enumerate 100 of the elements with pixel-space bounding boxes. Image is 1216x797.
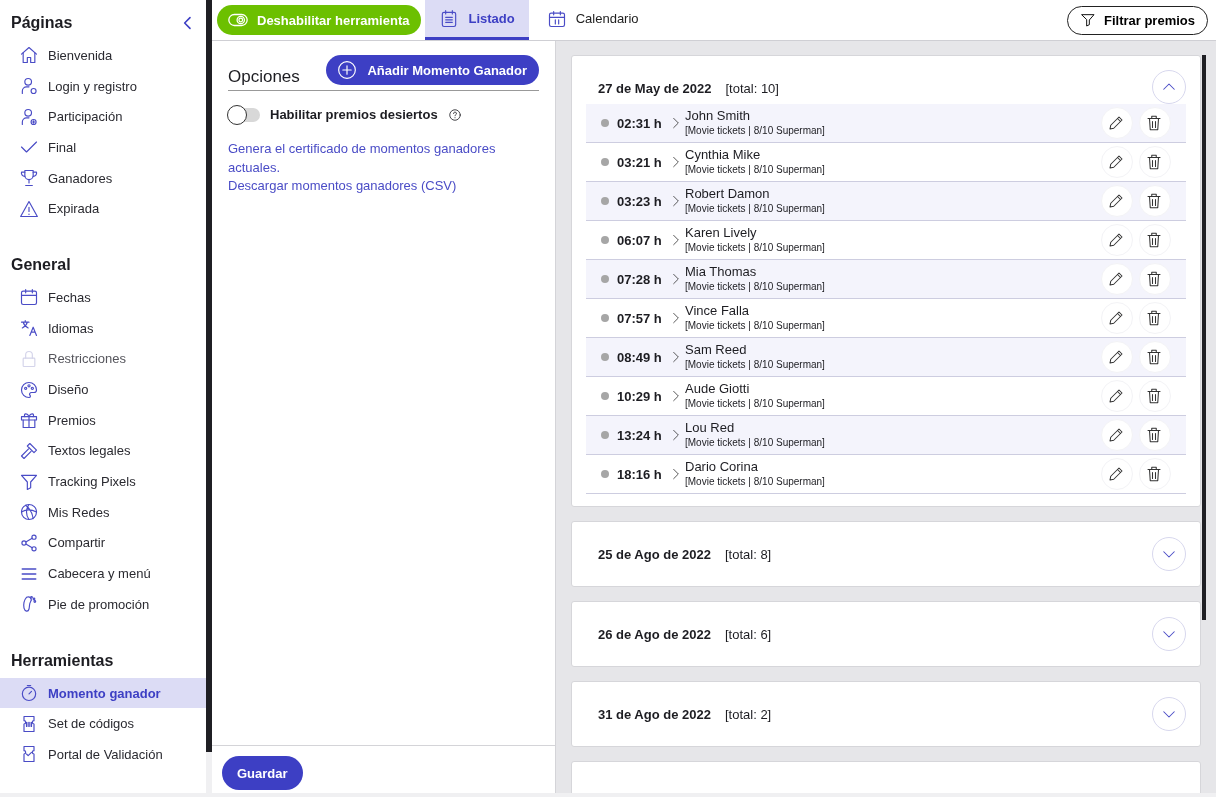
moment-time: 10:29 h [617,388,663,404]
section-title: Opciones [228,67,300,87]
status-dot [601,353,609,361]
sidebar-item[interactable]: Pie de promoción [0,589,206,620]
moment-time: 03:21 h [617,154,663,170]
prize-text: [Movie tickets | 8/10 Superman] [685,436,825,450]
sidebar-item[interactable]: Final [0,132,206,163]
edit-button[interactable] [1101,185,1133,217]
trash-icon [1145,309,1163,327]
edit-button[interactable] [1101,263,1133,295]
sidebar-item[interactable]: Idiomas [0,312,206,344]
sidebar-item[interactable]: Premios [0,404,206,436]
delete-button[interactable] [1139,107,1171,139]
sidebar-item[interactable]: Bienvenida [0,40,206,71]
link[interactable]: Genera el certificado de momentos ganadores actuales. [228,140,539,177]
pencil-icon [1107,153,1125,171]
sidebar-item[interactable]: Set de códigos [0,708,206,740]
sidebar-item[interactable]: Expirada [0,193,206,225]
winner-name: Robert Damon [685,186,771,202]
edit-button[interactable] [1101,380,1133,412]
delete-button[interactable] [1139,146,1171,178]
scrollbar-thumb[interactable] [1202,55,1206,620]
tab[interactable]: Listado [425,0,529,40]
sidebar-item[interactable]: Login y registro [0,70,206,102]
delete-button[interactable] [1139,341,1171,373]
status-dot [601,158,609,166]
winner-name: Dario Corina [685,459,759,475]
sidebar-item[interactable]: Cabecera y menú [0,558,206,589]
delete-button[interactable] [1139,185,1171,217]
edit-button[interactable] [1101,419,1133,451]
moment-time: 18:16 h [617,466,663,482]
pencil-icon [1107,114,1125,132]
prize-text: [Movie tickets | 8/10 Superman] [685,241,825,255]
status-dot [601,236,609,244]
toggle-switch[interactable] [228,107,260,122]
prize-text: [Movie tickets | 8/10 Superman] [685,163,825,177]
edit-button[interactable] [1101,302,1133,334]
prize-text: [Movie tickets | 8/10 Superman] [685,319,825,333]
plus-circle-icon [337,60,358,80]
sidebar-item[interactable]: Participación [0,101,206,133]
status-dot [601,197,609,205]
link[interactable]: Descargar momentos ganadores (CSV) [228,177,539,196]
edit-button[interactable] [1101,458,1133,490]
sidebar-item[interactable]: Mis Redes [0,496,206,528]
sidebar-item[interactable]: Diseño [0,374,206,405]
winner-name: Mia Thomas [685,264,758,280]
prize-text: [Movie tickets | 8/10 Superman] [685,397,825,411]
edit-button[interactable] [1101,107,1133,139]
pencil-icon [1107,348,1125,366]
pencil-icon [1107,309,1125,327]
save-button[interactable]: Guardar [222,756,303,790]
delete-button[interactable] [1139,419,1171,451]
trash-icon [1145,270,1163,288]
delete-button[interactable] [1139,224,1171,256]
prize-text: [Movie tickets | 8/10 Superman] [685,358,825,372]
status-dot [601,275,609,283]
delete-button[interactable] [1139,302,1171,334]
winner-name: John Smith [685,108,752,124]
delete-button[interactable] [1139,380,1171,412]
winner-name: Cynthia Mike [685,147,762,163]
delete-button[interactable] [1139,263,1171,295]
day-date: 26 de Ago de 2022 [598,626,711,642]
day-total: [total: 8] [724,546,772,562]
status-dot [601,119,609,127]
day-date: 27 de May de 2022 [598,81,712,96]
calendar-icon [546,8,567,29]
sidebar-item[interactable]: Momento ganador [0,677,206,709]
edit-button[interactable] [1101,341,1133,373]
trash-icon [1145,426,1163,444]
sidebar-item[interactable]: Textos legales [0,435,206,467]
sidebar-item[interactable]: Fechas [0,282,206,313]
status-dot [601,470,609,478]
prize-text: [Movie tickets | 8/10 Superman] [685,280,825,294]
trash-icon [1145,114,1163,132]
delete-button[interactable] [1139,458,1171,490]
tab[interactable]: Calendario [532,0,653,40]
sidebar-item[interactable]: Ganadores [0,162,206,194]
status-dot [601,431,609,439]
pencil-icon [1107,426,1125,444]
moment-time: 07:57 h [617,310,663,326]
add-button[interactable]: Añadir Momento Ganador [326,55,539,85]
help-icon [447,107,462,122]
sidebar-item[interactable]: Tracking Pixels [0,466,206,497]
section-heading: Herramientas [11,651,114,670]
trash-icon [1145,192,1163,210]
filter-button[interactable]: Filtrar premios [1066,5,1208,35]
sidebar-item[interactable]: Compartir [0,527,206,559]
day-total: [total: 2] [724,706,772,722]
edit-button[interactable] [1101,224,1133,256]
edit-button[interactable] [1101,146,1133,178]
section-heading: General [11,256,71,275]
trash-icon [1145,348,1163,366]
moment-time: 03:23 h [617,193,663,209]
winner-name: Karen Lively [685,225,758,241]
pencil-icon [1107,270,1125,288]
scrollbar-thumb[interactable] [206,0,212,752]
sidebar-item[interactable]: Portal de Validación [0,739,206,770]
winner-name: Vince Falla [685,303,751,319]
moment-time: 13:24 h [617,427,663,443]
winner-name: Aude Giotti [685,381,751,397]
